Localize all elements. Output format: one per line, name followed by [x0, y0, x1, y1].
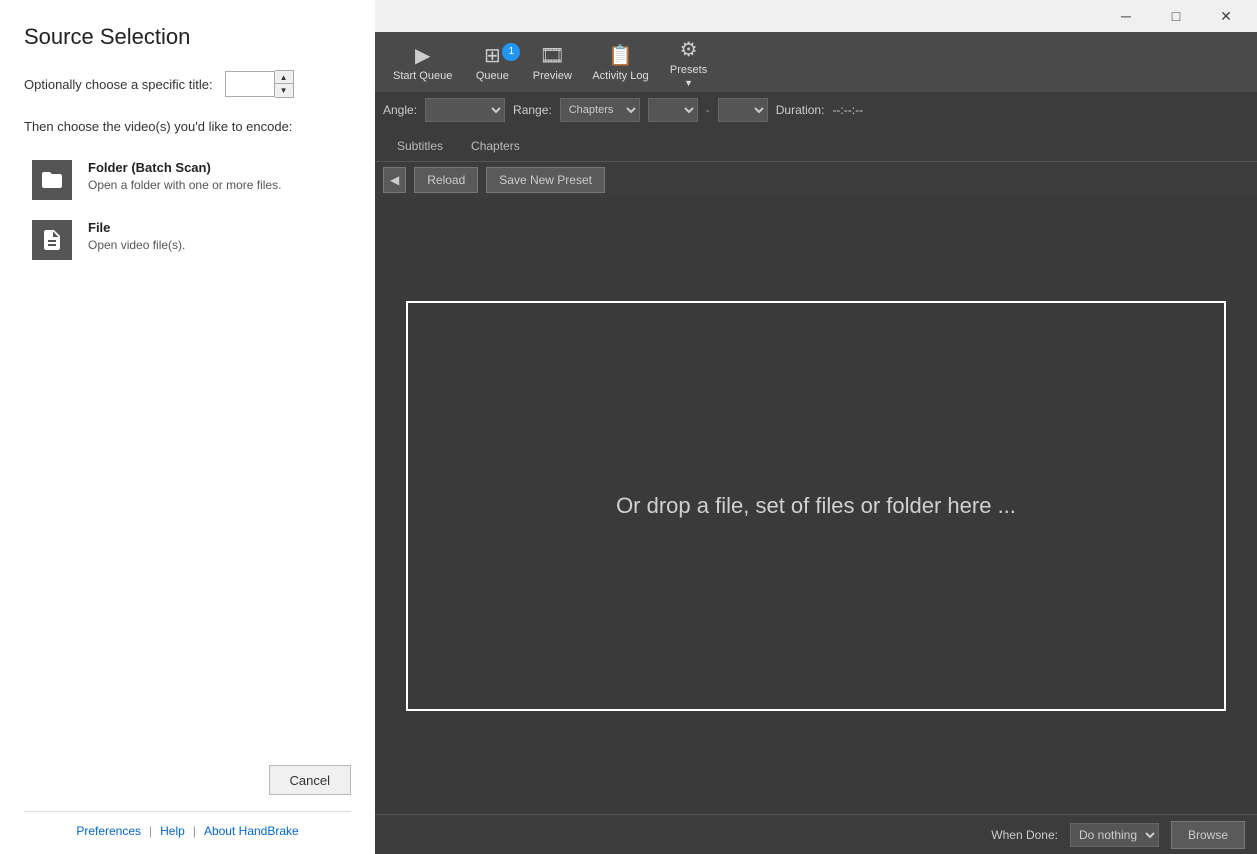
file-icon [32, 220, 72, 260]
sep2: | [193, 824, 196, 838]
duration-label: Duration: [776, 103, 825, 117]
minimize-button[interactable]: ─ [1103, 0, 1149, 32]
file-option[interactable]: File Open video file(s). [24, 212, 351, 268]
queue-icon: ⊞ [484, 43, 501, 68]
activity-log-button[interactable]: 📋 Activity Log [582, 39, 658, 86]
start-queue-icon: ▶ [415, 43, 430, 68]
folder-option-desc: Open a folder with one or more files. [88, 178, 281, 192]
help-link[interactable]: Help [160, 824, 185, 838]
source-selection-dialog: Source Selection Optionally choose a spe… [0, 0, 375, 854]
encode-label: Then choose the video(s) you'd like to e… [24, 118, 351, 136]
tab-bar: Subtitles Chapters [375, 128, 1257, 162]
spinner-up[interactable]: ▲ [275, 71, 293, 84]
window-controls: ─ □ ✕ [1103, 0, 1249, 32]
drop-zone-area: Or drop a file, set of files or folder h… [375, 198, 1257, 814]
cancel-button[interactable]: Cancel [269, 765, 351, 795]
reload-button[interactable]: Reload [414, 167, 478, 193]
expand-button[interactable]: ◀ [383, 167, 406, 193]
preview-icon: 🎞 [540, 43, 565, 68]
range-from-select[interactable] [648, 98, 698, 122]
file-option-title: File [88, 220, 185, 235]
queue-button[interactable]: ⊞ Queue 1 [462, 39, 522, 86]
folder-icon [32, 160, 72, 200]
range-select[interactable]: Chapters [560, 98, 640, 122]
range-dash: - [706, 103, 710, 117]
browse-button[interactable]: Browse [1171, 821, 1245, 849]
start-queue-button[interactable]: ▶ Start Queue [383, 39, 462, 86]
queue-label: Queue [476, 70, 509, 82]
tab-subtitles[interactable]: Subtitles [383, 133, 457, 161]
range-to-select[interactable] [718, 98, 768, 122]
file-option-text: File Open video file(s). [88, 220, 185, 252]
range-label: Range: [513, 103, 552, 117]
save-new-preset-button[interactable]: Save New Preset [486, 167, 605, 193]
preferences-link[interactable]: Preferences [76, 824, 141, 838]
presets-button[interactable]: ⚙ Presets ▼ [659, 33, 719, 92]
angle-select[interactable] [425, 98, 505, 122]
bottom-bar: When Done: Do nothing Browse [375, 814, 1257, 854]
cancel-row: Cancel [24, 765, 351, 795]
title-spinner[interactable]: ▲ ▼ [225, 70, 294, 98]
secondary-toolbar: Angle: Range: Chapters - Duration: --:--… [375, 92, 1257, 128]
sep1: | [149, 824, 152, 838]
tab-chapters[interactable]: Chapters [457, 133, 534, 161]
activity-log-icon: 📋 [608, 43, 633, 68]
file-option-desc: Open video file(s). [88, 238, 185, 252]
folder-option-title: Folder (Batch Scan) [88, 160, 281, 175]
about-link[interactable]: About HandBrake [204, 824, 299, 838]
duration-value: --:--:-- [832, 103, 863, 117]
dialog-footer: Preferences | Help | About HandBrake [24, 811, 351, 838]
title-label: Optionally choose a specific title: [24, 77, 213, 92]
angle-label: Angle: [383, 103, 417, 117]
maximize-button[interactable]: □ [1153, 0, 1199, 32]
close-button[interactable]: ✕ [1203, 0, 1249, 32]
title-input[interactable] [225, 71, 275, 97]
presets-chevron: ▼ [684, 78, 693, 88]
folder-option[interactable]: Folder (Batch Scan) Open a folder with o… [24, 152, 351, 208]
main-content: ▶ Start Queue ⊞ Queue 1 🎞 Preview 📋 Acti… [375, 32, 1257, 854]
preview-button[interactable]: 🎞 Preview [522, 39, 582, 86]
title-selection-row: Optionally choose a specific title: ▲ ▼ [24, 70, 351, 98]
drop-zone-text: Or drop a file, set of files or folder h… [616, 493, 1016, 519]
drop-zone[interactable]: Or drop a file, set of files or folder h… [406, 301, 1226, 711]
preview-label: Preview [533, 70, 572, 82]
activity-log-label: Activity Log [592, 70, 648, 82]
when-done-label: When Done: [991, 828, 1058, 842]
toolbar: ▶ Start Queue ⊞ Queue 1 🎞 Preview 📋 Acti… [375, 32, 1257, 92]
spinner-buttons: ▲ ▼ [275, 70, 294, 98]
action-bar: ◀ Reload Save New Preset [375, 162, 1257, 198]
folder-option-text: Folder (Batch Scan) Open a folder with o… [88, 160, 281, 192]
dialog-title: Source Selection [24, 24, 351, 50]
start-queue-label: Start Queue [393, 70, 452, 82]
when-done-select[interactable]: Do nothing [1070, 823, 1159, 847]
presets-label: Presets [670, 64, 707, 76]
queue-badge: 1 [502, 43, 520, 61]
spinner-down[interactable]: ▼ [275, 84, 293, 97]
presets-icon: ⚙ [680, 37, 698, 62]
